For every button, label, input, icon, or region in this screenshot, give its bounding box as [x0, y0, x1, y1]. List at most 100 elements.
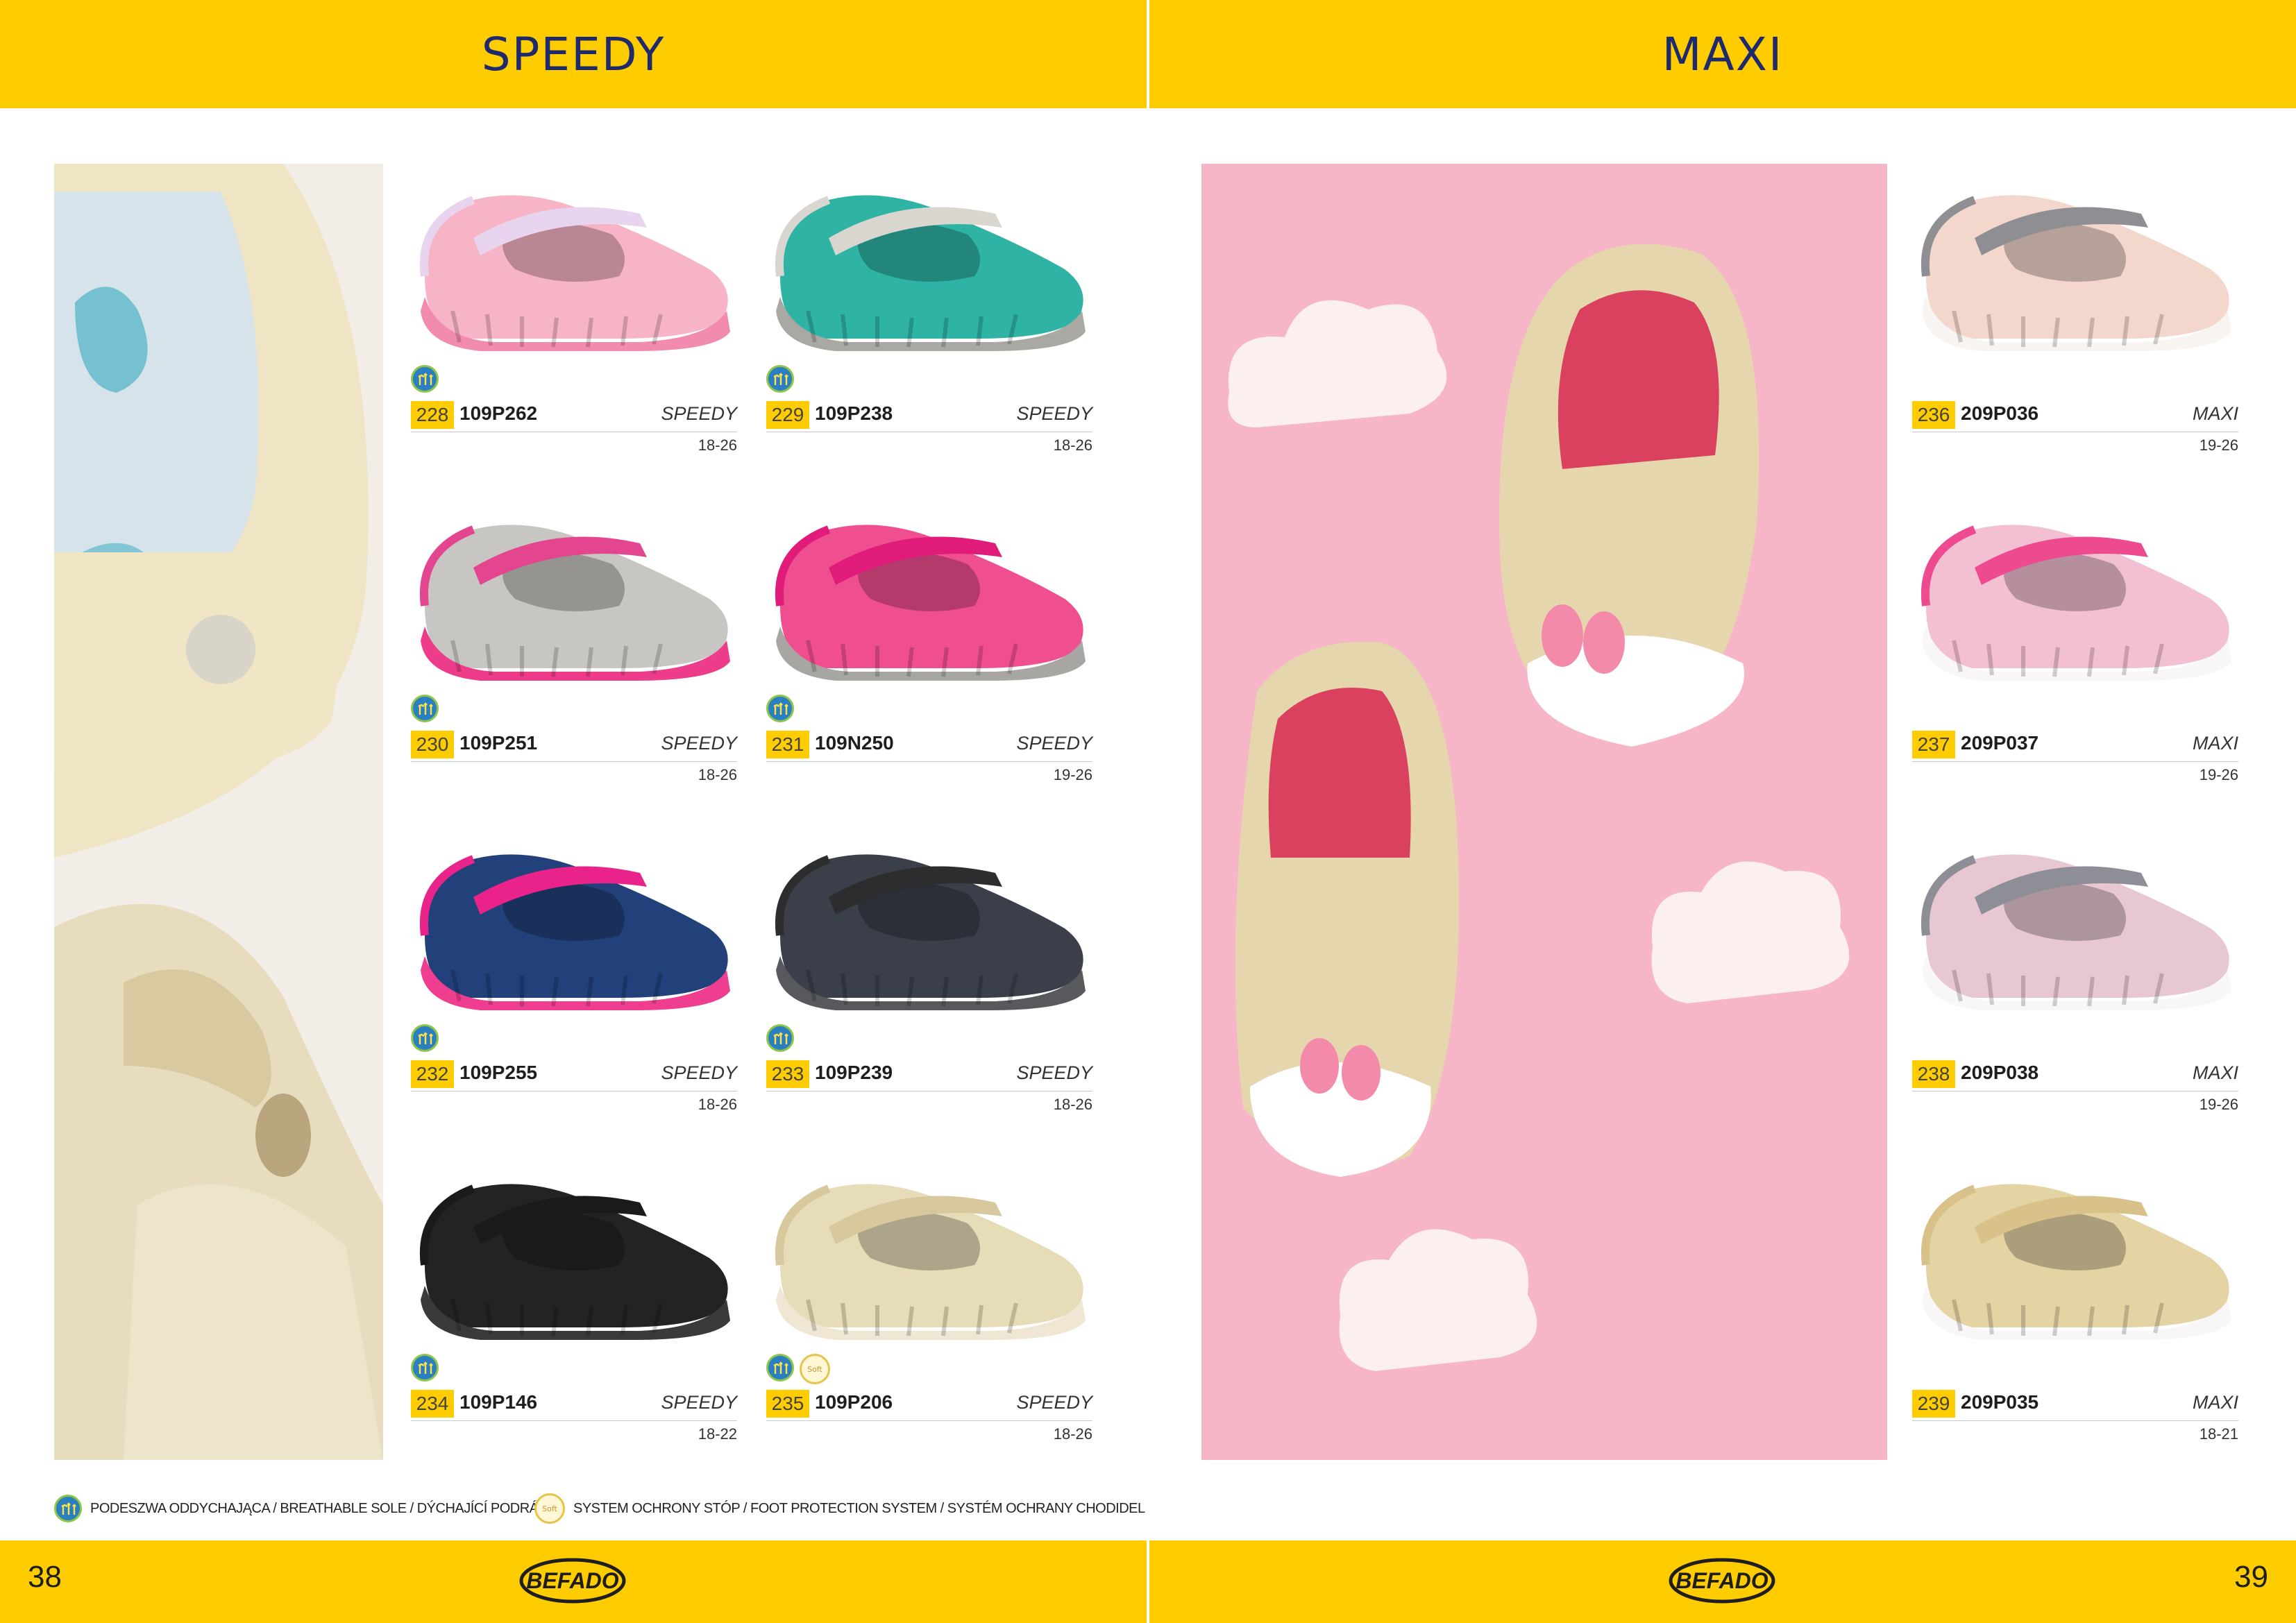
product-card[interactable]: 231 109N250 SPEEDY 19-26: [766, 502, 1092, 783]
product-card[interactable]: 230 109P251 SPEEDY 18-26: [411, 502, 737, 783]
product-number: 234: [411, 1390, 454, 1418]
product-number: 228: [411, 401, 454, 429]
product-code: 109P255: [459, 1062, 538, 1083]
product-sizes: 18-26: [1053, 1096, 1092, 1113]
product-code: 209P038: [1961, 1062, 2039, 1083]
divider: [411, 1420, 737, 1421]
page-title-speedy: SPEEDY: [481, 28, 666, 81]
right-header-band: MAXI: [1149, 0, 2296, 108]
product-number: 239: [1912, 1390, 1955, 1418]
legend-breathable: PODESZWA ODDYCHAJĄCA / BREATHABLE SOLE /…: [54, 1493, 564, 1524]
feature-icons: [766, 1024, 794, 1055]
product-line: MAXI: [2192, 403, 2238, 424]
foot-protection-icon: Soft: [534, 1493, 565, 1524]
right-footer-band: BEFADO 39: [1149, 1540, 2296, 1623]
product-code: 109P262: [459, 402, 538, 424]
product-line: MAXI: [2192, 733, 2238, 754]
shoe-image: [1921, 525, 2231, 681]
product-code: 209P036: [1961, 402, 2039, 424]
shoe-image: [775, 1184, 1086, 1340]
product-card[interactable]: 239 209P035 MAXI 18-21: [1912, 1161, 2238, 1443]
product-code: 109P238: [815, 402, 893, 424]
product-card[interactable]: 236 209P036 MAXI 19-26: [1912, 172, 2238, 454]
product-card[interactable]: 237 209P037 MAXI 19-26: [1912, 502, 2238, 783]
product-card[interactable]: 234 109P146 SPEEDY 18-22: [411, 1161, 737, 1443]
product-line: SPEEDY: [1016, 1062, 1092, 1083]
product-card[interactable]: 228 109P262 SPEEDY 18-26: [411, 172, 737, 454]
svg-text:BEFADO: BEFADO: [1675, 1568, 1768, 1593]
product-number: 236: [1912, 401, 1955, 429]
feature-icons: Soft: [766, 1354, 830, 1384]
product-sizes: 18-26: [698, 1096, 737, 1113]
divider: [766, 761, 1092, 762]
product-number: 231: [766, 731, 809, 758]
product-number: 237: [1912, 731, 1955, 758]
product-sizes: 18-22: [698, 1425, 737, 1443]
product-sizes: 18-26: [698, 436, 737, 454]
foot-protection-icon: Soft: [800, 1354, 830, 1384]
legend-breathable-text: PODESZWA ODDYCHAJĄCA / BREATHABLE SOLE /…: [90, 1500, 564, 1516]
product-sizes: 18-26: [698, 766, 737, 783]
product-code: 109P239: [815, 1062, 893, 1083]
product-line: SPEEDY: [1016, 1392, 1092, 1413]
shoe-image: [419, 525, 730, 681]
breathable-sole-icon: [766, 365, 794, 393]
page-number-right: 39: [2234, 1560, 2268, 1594]
product-line: MAXI: [2192, 1392, 2238, 1413]
left-header-band: SPEEDY: [0, 0, 1147, 108]
product-code: 109P206: [815, 1391, 893, 1413]
product-sizes: 18-26: [1053, 436, 1092, 454]
shoe-image: [775, 854, 1086, 1010]
legend-foot-protection-text: SYSTEM OCHRONY STÓP / FOOT PROTECTION SY…: [573, 1500, 1145, 1516]
feature-icons: [766, 365, 794, 396]
feature-icons: [411, 365, 439, 396]
feature-icons: [411, 695, 439, 725]
product-code: 109P251: [459, 732, 538, 754]
shoe-image: [775, 195, 1086, 351]
product-sizes: 19-26: [2199, 766, 2238, 783]
product-line: SPEEDY: [661, 403, 737, 424]
product-card[interactable]: 232 109P255 SPEEDY 18-26: [411, 831, 737, 1113]
product-sizes: 19-26: [1053, 766, 1092, 783]
feature-icons: [411, 1024, 439, 1055]
lifestyle-photo-center: [1201, 164, 1887, 1460]
product-number: 232: [411, 1060, 454, 1088]
divider: [1912, 1420, 2238, 1421]
soft-icon-text: Soft: [807, 1365, 822, 1374]
product-sizes: 19-26: [2199, 436, 2238, 454]
divider: [766, 1420, 1092, 1421]
breathable-sole-icon: [411, 695, 439, 722]
shoe-image: [1921, 195, 2231, 351]
breathable-sole-icon: [766, 1024, 794, 1052]
product-line: SPEEDY: [1016, 733, 1092, 754]
product-card[interactable]: 238 209P038 MAXI 19-26: [1912, 831, 2238, 1113]
shoe-image: [419, 854, 730, 1010]
product-code: 109N250: [815, 732, 894, 754]
product-number: 235: [766, 1390, 809, 1418]
product-card[interactable]: 233 109P239 SPEEDY 18-26: [766, 831, 1092, 1113]
page-number-left: 38: [28, 1560, 62, 1594]
product-number: 238: [1912, 1060, 1955, 1088]
feature-icons: [411, 1354, 439, 1384]
lifestyle-photo-left: [54, 164, 383, 1460]
breathable-sole-icon: [766, 1354, 794, 1382]
legend-foot-protection: Soft SYSTEM OCHRONY STÓP / FOOT PROTECTI…: [534, 1493, 1145, 1524]
breathable-sole-icon: [411, 365, 439, 393]
svg-text:BEFADO: BEFADO: [526, 1568, 618, 1593]
product-sizes: 18-21: [2199, 1425, 2238, 1443]
product-card[interactable]: Soft 235 109P206 SPEEDY 18-26: [766, 1161, 1092, 1443]
product-card[interactable]: 229 109P238 SPEEDY 18-26: [766, 172, 1092, 454]
breathable-sole-icon: [411, 1354, 439, 1382]
product-line: SPEEDY: [661, 733, 737, 754]
shoe-image: [1921, 854, 2231, 1010]
product-code: 209P035: [1961, 1391, 2039, 1413]
product-line: MAXI: [2192, 1062, 2238, 1083]
product-number: 233: [766, 1060, 809, 1088]
soft-icon-text: Soft: [542, 1504, 557, 1513]
shoe-image: [419, 1184, 730, 1340]
page-title-maxi: MAXI: [1662, 28, 1784, 81]
product-sizes: 18-26: [1053, 1425, 1092, 1443]
product-number: 230: [411, 731, 454, 758]
shoe-image: [775, 525, 1086, 681]
befado-logo-right: BEFADO: [1666, 1553, 1778, 1608]
